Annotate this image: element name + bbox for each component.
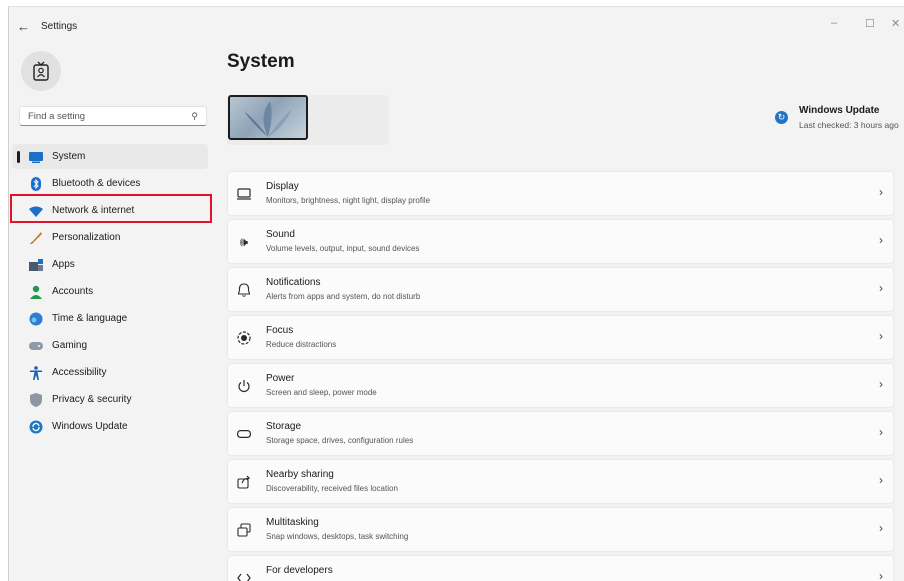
card-subtitle: Screen and sleep, power mode — [266, 388, 377, 397]
sidebar-item-windows-update[interactable]: Windows Update — [12, 414, 208, 439]
desktop-preview-image[interactable] — [228, 95, 308, 140]
card-subtitle: Volume levels, output, input, sound devi… — [266, 244, 420, 253]
sidebar-item-label: Accounts — [52, 286, 94, 297]
chevron-right-icon: › — [879, 473, 883, 487]
multitask-icon — [236, 522, 252, 538]
page-title: System — [227, 51, 295, 72]
search-input[interactable]: Find a setting ⚲ — [19, 106, 207, 126]
brush-icon — [29, 231, 43, 245]
card-title: Display — [266, 181, 299, 192]
sidebar-item-label: Privacy & security — [52, 394, 132, 405]
sidebar-item-label: Gaming — [52, 340, 88, 351]
globe-icon — [29, 312, 43, 326]
chevron-right-icon: › — [879, 377, 883, 391]
card-title: For developers — [266, 565, 333, 576]
highlight-box — [10, 194, 212, 223]
back-arrow-icon[interactable]: ← — [17, 19, 30, 34]
card-title: Notifications — [266, 277, 321, 288]
bluetooth-icon — [29, 177, 43, 191]
sidebar-item-label: System — [52, 151, 86, 162]
sidebar-item-accounts[interactable]: Accounts — [12, 279, 208, 304]
developer-icon — [236, 570, 252, 581]
monitor-icon — [236, 186, 252, 202]
windows-update-title[interactable]: Windows Update — [799, 105, 879, 116]
card-title: Storage — [266, 421, 302, 432]
card-subtitle: Discoverability, received files location — [266, 484, 398, 493]
settings-window: ← Settings – ☐ ✕ Find a setting ⚲ System… — [8, 6, 904, 581]
sidebar-item-system[interactable]: System — [12, 144, 208, 169]
account-icon — [29, 285, 43, 299]
close-button[interactable]: ✕ — [891, 17, 900, 30]
app-title: Settings — [41, 21, 78, 32]
sidebar-item-label: Personalization — [52, 232, 121, 243]
chevron-right-icon: › — [879, 185, 883, 199]
card-subtitle: Reduce distractions — [266, 340, 337, 349]
title-bar: ← Settings – ☐ ✕ — [9, 7, 904, 47]
system-icon — [29, 150, 43, 164]
bell-icon — [236, 282, 252, 298]
card-subtitle: Monitors, brightness, night light, displ… — [266, 196, 431, 205]
card-title: Power — [266, 373, 295, 384]
chevron-right-icon: › — [879, 329, 883, 343]
active-indicator — [17, 151, 20, 163]
share-icon — [236, 474, 252, 490]
settings-card-storage[interactable]: Storage Storage space, drives, configura… — [227, 411, 894, 456]
settings-card-notifications[interactable]: Notifications Alerts from apps and syste… — [227, 267, 894, 312]
chevron-right-icon: › — [879, 569, 883, 581]
card-subtitle: Storage space, drives, configuration rul… — [266, 436, 414, 445]
chevron-right-icon: › — [879, 521, 883, 535]
user-badge-icon — [33, 61, 49, 81]
chevron-right-icon: › — [879, 425, 883, 439]
settings-card-nearby-sharing[interactable]: Nearby sharing Discoverability, received… — [227, 459, 894, 504]
focus-icon — [236, 330, 252, 346]
windows-update-status: Last checked: 3 hours ago — [799, 120, 899, 130]
card-subtitle: Alerts from apps and system, do not dist… — [266, 292, 421, 301]
gamepad-icon — [29, 339, 43, 353]
shield-icon — [29, 393, 43, 407]
settings-card-multitasking[interactable]: Multitasking Snap windows, desktops, tas… — [227, 507, 894, 552]
settings-card-display[interactable]: Display Monitors, brightness, night ligh… — [227, 171, 894, 216]
card-title: Multitasking — [266, 517, 319, 528]
search-icon[interactable]: ⚲ — [191, 111, 198, 122]
sidebar-item-label: Time & language — [52, 313, 128, 324]
sidebar-item-label: Windows Update — [52, 421, 128, 432]
card-title: Sound — [266, 229, 295, 240]
update-icon — [29, 420, 43, 434]
sidebar-item-bluetooth[interactable]: Bluetooth & devices — [12, 171, 208, 196]
sidebar-item-personalization[interactable]: Personalization — [12, 225, 208, 250]
card-subtitle: Snap windows, desktops, task switching — [266, 532, 409, 541]
chevron-right-icon: › — [879, 281, 883, 295]
apps-icon — [29, 258, 43, 272]
sidebar-item-apps[interactable]: Apps — [12, 252, 208, 277]
sidebar-item-time-language[interactable]: Time & language — [12, 306, 208, 331]
card-title: Nearby sharing — [266, 469, 334, 480]
sidebar-item-label: Accessibility — [52, 367, 107, 378]
sidebar-item-label: Apps — [52, 259, 75, 270]
avatar[interactable] — [21, 51, 61, 91]
sidebar-item-accessibility[interactable]: Accessibility — [12, 360, 208, 385]
search-placeholder: Find a setting — [28, 111, 86, 122]
minimize-button[interactable]: – — [831, 17, 837, 29]
chevron-right-icon: › — [879, 233, 883, 247]
sidebar-item-gaming[interactable]: Gaming — [12, 333, 208, 358]
settings-card-for-developers[interactable]: For developers › — [227, 555, 894, 581]
card-title: Focus — [266, 325, 294, 336]
settings-card-sound[interactable]: 🕪︎ Sound Volume levels, output, input, s… — [227, 219, 894, 264]
power-icon — [236, 378, 252, 394]
settings-card-power[interactable]: Power Screen and sleep, power mode › — [227, 363, 894, 408]
accessibility-icon — [29, 366, 43, 380]
windows-update-icon[interactable]: ↻ — [775, 111, 788, 124]
storage-icon — [236, 426, 252, 442]
maximize-button[interactable]: ☐ — [865, 17, 875, 30]
settings-card-focus[interactable]: Focus Reduce distractions › — [227, 315, 894, 360]
sidebar-item-label: Bluetooth & devices — [52, 178, 141, 189]
sidebar-item-privacy[interactable]: Privacy & security — [12, 387, 208, 412]
speaker-icon: 🕪︎ — [239, 234, 249, 249]
